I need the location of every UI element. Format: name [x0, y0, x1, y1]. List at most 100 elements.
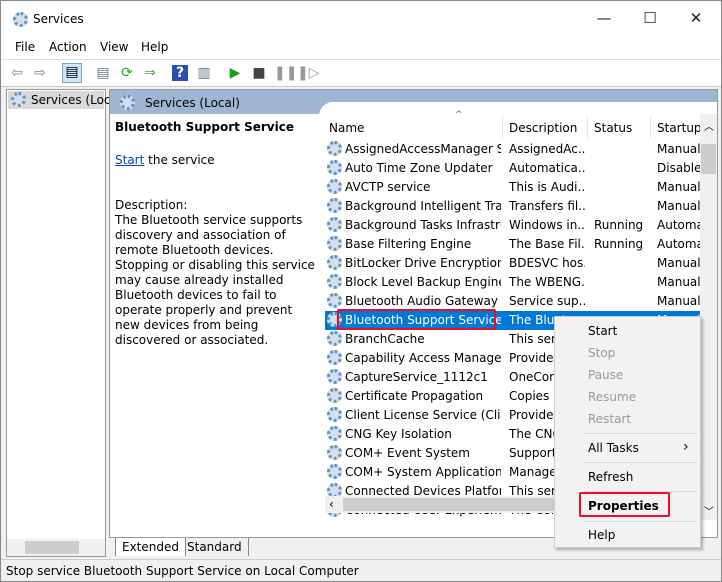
forward-icon[interactable]: ⇨	[32, 65, 48, 81]
service-gear-icon	[327, 407, 342, 422]
service-name: CaptureService_1112c1	[345, 370, 488, 384]
service-startup-type: Manual	[657, 294, 700, 308]
service-gear-icon	[327, 369, 342, 384]
description-label: Description:	[115, 198, 188, 212]
service-name: Background Tasks Infrastru...	[345, 218, 501, 232]
service-name: Base Filtering Engine	[345, 237, 472, 251]
toolbar: ⇦ ⇨ ▤ ▤ ⟳ ⇒ ? ▥ ▶ ■ ❚❚ ❚▷	[1, 59, 721, 87]
tab-standard[interactable]: Standard	[181, 538, 249, 556]
service-startup-type: Manual	[657, 199, 700, 213]
refresh-icon[interactable]: ⟳	[119, 65, 135, 81]
service-name: Background Intelligent Tran...	[345, 199, 501, 213]
scroll-thumb[interactable]	[701, 144, 716, 174]
service-gear-icon	[327, 331, 342, 346]
title-bar: Services — ☐ ✕	[1, 1, 721, 39]
service-gear-icon	[327, 445, 342, 460]
properties-icon[interactable]: ▤	[95, 65, 111, 81]
pane-header: Services (Local)	[110, 90, 717, 122]
column-name[interactable]: Name	[329, 121, 364, 135]
show-hide-console-tree-icon[interactable]: ▤	[62, 63, 82, 83]
service-row[interactable]: Block Level Backup Engine ... The WBENG..…	[325, 273, 705, 292]
column-status[interactable]: Status	[594, 121, 632, 135]
tree-horizontal-scrollbar[interactable]	[7, 539, 105, 556]
menu-item-pause[interactable]: Pause	[588, 368, 623, 382]
scroll-thumb[interactable]	[343, 498, 563, 511]
selected-service-name: Bluetooth Support Service	[115, 120, 294, 134]
menu-item-refresh[interactable]: Refresh	[588, 470, 633, 484]
pane-title: Services (Local)	[145, 96, 240, 110]
menu-help[interactable]: Help	[141, 40, 168, 54]
service-name: Block Level Backup Engine ...	[345, 275, 501, 289]
menu-file[interactable]: File	[15, 40, 35, 54]
scroll-thumb[interactable]	[25, 541, 79, 554]
menu-bar: File Action View Help	[1, 39, 721, 59]
service-description: Windows in...	[509, 218, 585, 232]
service-description: Service sup...	[509, 294, 585, 308]
menu-item-start[interactable]: Start	[588, 324, 617, 338]
start-service-icon[interactable]: ▶	[227, 65, 243, 81]
service-gear-icon	[327, 217, 342, 232]
service-gear-icon	[327, 464, 342, 479]
service-gear-icon	[327, 236, 342, 251]
service-row[interactable]: AssignedAccessManager Se... AssignedAc...…	[325, 140, 705, 159]
pause-service-icon[interactable]: ❚❚	[274, 65, 297, 81]
service-row[interactable]: BitLocker Drive Encryption ... BDESVC hos…	[325, 254, 705, 273]
service-row[interactable]: Base Filtering Engine The Base Fil... Runn…	[325, 235, 705, 254]
window-title: Services	[33, 12, 84, 26]
start-link-suffix: the service	[144, 153, 215, 167]
service-name: BitLocker Drive Encryption ...	[345, 256, 501, 270]
service-description: Automatica...	[509, 161, 585, 175]
status-text: Stop service Bluetooth Support Service o…	[6, 564, 359, 578]
service-description: This is Audi...	[509, 180, 585, 194]
service-name: Auto Time Zone Updater	[345, 161, 493, 175]
scroll-left-icon[interactable]: ‹	[329, 497, 334, 511]
column-description[interactable]: Description	[509, 121, 577, 135]
tree-item-services-local[interactable]: Services (Local)	[8, 91, 126, 109]
service-row[interactable]: Background Intelligent Tran... Transfers …	[325, 197, 705, 216]
menu-item-help[interactable]: Help	[588, 528, 615, 542]
service-startup-type: Automatic	[657, 237, 700, 251]
start-service-link[interactable]: Start	[115, 153, 144, 167]
service-gear-icon	[327, 198, 342, 213]
service-description: BDESVC hos...	[509, 256, 585, 270]
menu-item-stop[interactable]: Stop	[588, 346, 615, 360]
service-gear-icon	[327, 426, 342, 441]
service-details: Bluetooth Support Service Start the serv…	[115, 120, 315, 348]
service-gear-icon	[327, 179, 342, 194]
menu-view[interactable]: View	[100, 40, 128, 54]
scroll-up-icon[interactable]: ︿	[704, 118, 714, 133]
service-row[interactable]: Background Tasks Infrastru... Windows in.…	[325, 216, 705, 235]
service-name: AssignedAccessManager Se...	[345, 142, 501, 156]
service-description: The Bluetooth service supports discovery…	[115, 213, 315, 347]
action-pane-icon[interactable]: ▥	[196, 65, 212, 81]
service-description: The WBENG...	[509, 275, 585, 289]
minimize-button[interactable]: —	[581, 9, 627, 27]
maximize-button[interactable]: ☐	[627, 9, 673, 27]
menu-item-resume[interactable]: Resume	[588, 390, 636, 404]
service-gear-icon	[327, 388, 342, 403]
menu-action[interactable]: Action	[49, 40, 87, 54]
service-row[interactable]: AVCTP service This is Audi... Manual	[325, 178, 705, 197]
export-list-icon[interactable]: ⇒	[142, 65, 158, 81]
restart-service-icon[interactable]: ❚▷	[297, 65, 320, 81]
service-description: The Base Fil...	[509, 237, 585, 251]
service-startup-type: Manual	[657, 180, 700, 194]
list-header: Name ^ Description Status Startup Type	[325, 110, 705, 140]
column-startup-type[interactable]: Startup Type	[657, 121, 701, 135]
stop-service-icon[interactable]: ■	[251, 65, 267, 81]
service-description: AssignedAc...	[509, 142, 585, 156]
service-startup-type: Manual	[657, 275, 700, 289]
service-name: Bluetooth Audio Gateway S...	[345, 294, 501, 308]
highlight-box-service	[337, 309, 496, 330]
close-button[interactable]: ✕	[673, 9, 719, 27]
vertical-scrollbar[interactable]: ︿ ﹀	[700, 114, 717, 520]
menu-item-all-tasks[interactable]: All Tasks	[588, 441, 639, 455]
help-icon[interactable]: ?	[172, 65, 188, 81]
service-row[interactable]: Auto Time Zone Updater Automatica... Disab…	[325, 159, 705, 178]
back-icon[interactable]: ⇦	[9, 65, 25, 81]
scroll-down-icon[interactable]: ﹀	[704, 503, 714, 518]
service-status: Running	[594, 237, 644, 251]
menu-item-restart[interactable]: Restart	[588, 412, 631, 426]
tab-extended[interactable]: Extended	[115, 538, 186, 556]
service-name: COM+ System Application	[345, 465, 501, 479]
